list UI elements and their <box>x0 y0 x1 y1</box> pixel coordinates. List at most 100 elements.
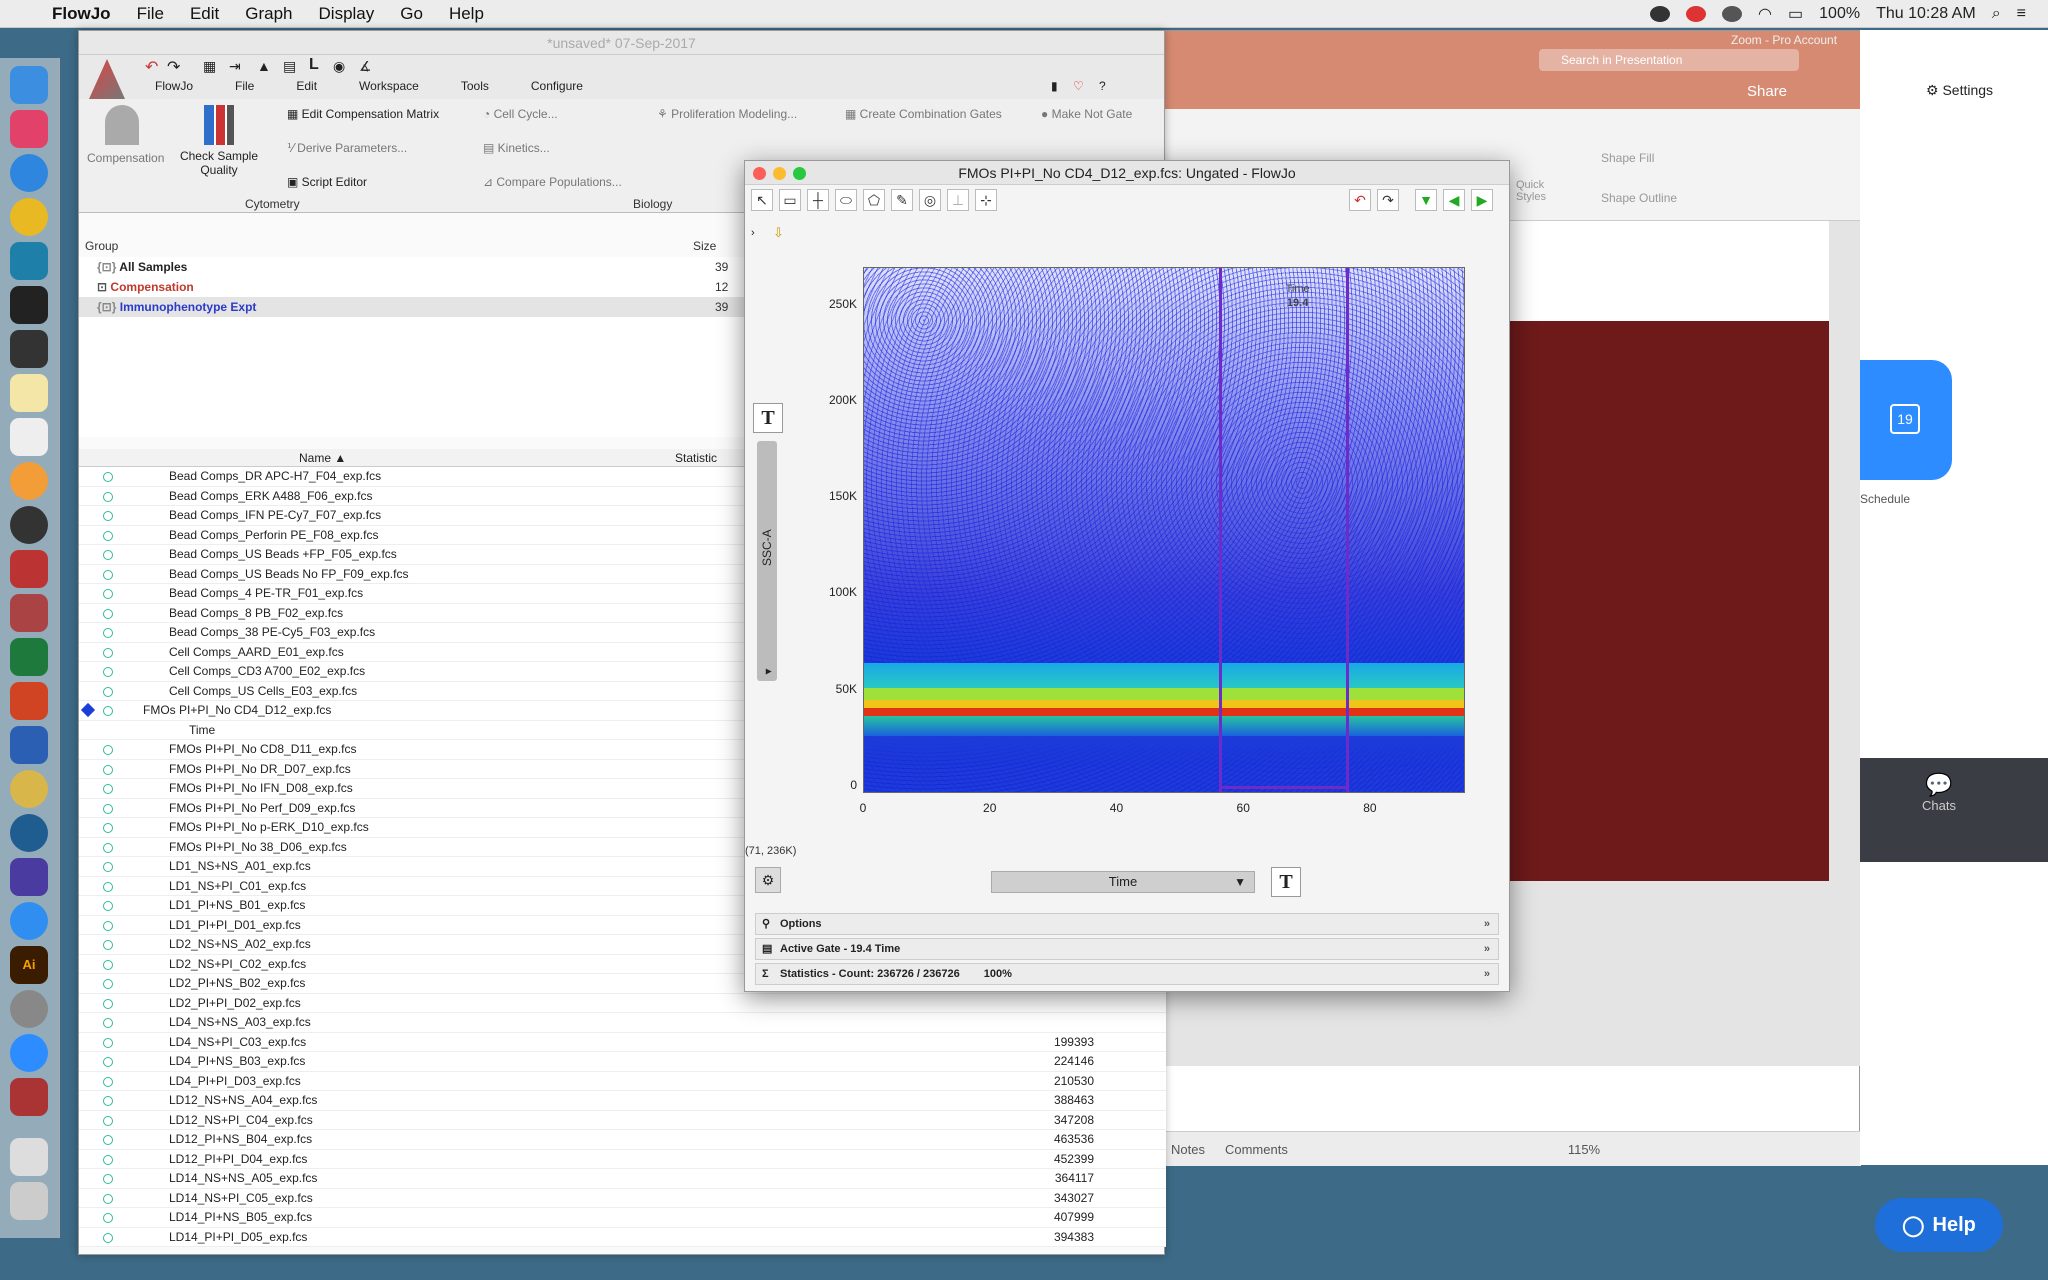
cloud-icon[interactable] <box>1722 6 1743 22</box>
freehand-gate-icon[interactable]: ✎ <box>891 189 913 211</box>
sample-row[interactable]: LD4_PI+NS_B03_exp.fcs 224146 <box>79 1052 1166 1072</box>
activity-icon[interactable] <box>10 330 48 368</box>
sample-status-icon[interactable] <box>103 569 113 580</box>
zoom-icon[interactable] <box>793 167 806 180</box>
sample-status-icon[interactable] <box>103 842 113 853</box>
ellipse-gate-icon[interactable]: ⬭ <box>835 189 857 211</box>
sample-status-icon[interactable] <box>103 1076 113 1087</box>
zoom-chats-button[interactable]: 💬 Chats <box>1922 772 1956 813</box>
sample-status-icon[interactable] <box>103 998 113 1009</box>
excel-icon[interactable] <box>10 638 48 676</box>
toolbar-icon-1[interactable]: ▦ <box>203 58 216 75</box>
sample-status-icon[interactable] <box>103 1193 113 1204</box>
sample-status-icon[interactable] <box>103 1154 113 1165</box>
tab-tools[interactable]: Tools <box>461 79 489 99</box>
sample-status-icon[interactable] <box>103 530 113 541</box>
sample-status-icon[interactable] <box>103 823 113 833</box>
next-down-icon[interactable]: ▼ <box>1415 189 1437 211</box>
redo-gate-icon[interactable]: ↷ <box>1377 189 1399 211</box>
sample-row[interactable]: LD4_NS+PI_C03_exp.fcs 199393 <box>79 1033 1166 1052</box>
toolbar-icon-2[interactable]: ⇥ <box>229 58 241 75</box>
zoom-app-icon[interactable] <box>10 1034 48 1072</box>
flowjo-dock-icon[interactable] <box>10 550 48 588</box>
appstore-icon[interactable] <box>10 902 48 940</box>
sample-row[interactable]: LD12_PI+PI_D04_exp.fcs 452399 <box>79 1150 1166 1169</box>
sample-status-icon[interactable] <box>103 959 113 970</box>
help-question-icon[interactable]: ? <box>1099 79 1106 93</box>
sample-status-icon[interactable] <box>103 628 113 638</box>
spotlight-icon[interactable]: ⌕ <box>1992 5 2001 23</box>
notification-center-icon[interactable]: ≡ <box>2017 5 2026 23</box>
active-gate-panel[interactable]: ▤ Active Gate - 19.4 Time » <box>755 938 1499 960</box>
toolbar-icon-5[interactable]: L <box>309 56 319 74</box>
sample-status-icon[interactable] <box>103 920 113 931</box>
sample-row[interactable]: LD14_PI+PI_D05_exp.fcs 394383 <box>79 1228 1166 1247</box>
cell-cycle-button[interactable]: ◔ Cell Cycle... <box>483 107 558 121</box>
comments-button[interactable]: Comments <box>1225 1142 1288 1157</box>
menu-edit[interactable]: Edit <box>190 4 219 24</box>
sample-status-icon[interactable] <box>103 608 113 619</box>
sample-status-icon[interactable] <box>103 862 113 872</box>
toolbar-icon-6[interactable]: ◉ <box>333 58 345 75</box>
compensation-button[interactable]: Compensation <box>87 105 164 165</box>
menu-graph[interactable]: Graph <box>245 4 292 24</box>
menu-go[interactable]: Go <box>400 4 423 24</box>
undo-gate-icon[interactable]: ↶ <box>1349 189 1371 211</box>
airplay-icon[interactable]: ▭ <box>1788 4 1803 24</box>
ppt-share-button[interactable]: Share <box>1747 83 1787 100</box>
script-editor-button[interactable]: ▣ Script Editor <box>287 175 367 189</box>
bisector-gate-icon[interactable]: ⊹ <box>975 189 997 211</box>
tab-configure[interactable]: Configure <box>531 79 583 99</box>
sample-row[interactable]: LD14_PI+NS_B05_exp.fcs 407999 <box>79 1208 1166 1228</box>
trash-icon[interactable] <box>10 1182 48 1220</box>
time-gate-left-edge[interactable] <box>1218 268 1222 792</box>
heart-app-icon[interactable] <box>10 110 48 148</box>
sample-status-icon[interactable] <box>103 686 113 697</box>
sample-status-icon[interactable] <box>103 1135 113 1145</box>
chrome-icon[interactable] <box>10 198 48 236</box>
next-sample-icon[interactable]: ▶ <box>1471 189 1493 211</box>
sample-status-icon[interactable] <box>103 803 113 814</box>
statistics-panel[interactable]: Σ Statistics - Count: 236726 / 236726 100%… <box>755 963 1499 985</box>
obs-icon[interactable] <box>10 506 48 544</box>
menu-display[interactable]: Display <box>319 4 375 24</box>
sample-status-icon[interactable] <box>103 901 113 911</box>
imovie-icon[interactable] <box>10 858 48 896</box>
flowjo-dock-icon-3[interactable] <box>10 1078 48 1116</box>
battery-label[interactable]: 100% <box>1819 5 1860 23</box>
clock[interactable]: Thu 10:28 AM <box>1876 5 1976 23</box>
range-gate-icon[interactable]: ⊥ <box>947 189 969 211</box>
word-icon[interactable] <box>10 726 48 764</box>
terminal-icon[interactable] <box>10 286 48 324</box>
record-icon[interactable] <box>1686 6 1707 22</box>
shape-outline-label[interactable]: Shape Outline <box>1601 191 1677 205</box>
notes-icon[interactable] <box>10 374 48 412</box>
menu-help[interactable]: Help <box>449 4 484 24</box>
sample-status-icon[interactable] <box>103 1057 113 1067</box>
sample-row[interactable]: LD4_NS+NS_A03_exp.fcs <box>79 1013 1166 1033</box>
downloads-icon[interactable] <box>10 1138 48 1176</box>
minimize-icon[interactable] <box>773 167 786 180</box>
spider-gate-icon[interactable]: ◎ <box>919 189 941 211</box>
compare-populations-button[interactable]: ⊿ Compare Populations... <box>483 175 622 189</box>
sample-row[interactable]: LD12_NS+NS_A04_exp.fcs 388463 <box>79 1091 1166 1111</box>
notes-button[interactable]: Notes <box>1171 1142 1205 1157</box>
sample-status-icon[interactable] <box>103 1174 113 1184</box>
sample-status-icon[interactable] <box>103 1115 113 1126</box>
expand-icon[interactable]: › <box>751 227 755 239</box>
powerpoint-icon[interactable] <box>10 682 48 720</box>
quadrant-gate-icon[interactable]: ┼ <box>807 189 829 211</box>
tab-flowjo[interactable]: FlowJo <box>155 79 193 99</box>
textedit-icon[interactable] <box>10 418 48 456</box>
pointer-tool-icon[interactable]: ↖ <box>751 189 773 211</box>
quicktime-icon[interactable] <box>10 814 48 852</box>
create-combination-gates-button[interactable]: ▦ Create Combination Gates <box>845 107 1002 121</box>
previous-sample-icon[interactable]: ◀ <box>1443 189 1465 211</box>
system-prefs-icon[interactable] <box>10 990 48 1028</box>
x-text-toggle-icon[interactable]: T <box>1271 867 1301 897</box>
layer-icon[interactable]: ⇩ <box>773 225 784 241</box>
redo-icon[interactable]: ↷ <box>167 57 180 77</box>
sample-row[interactable]: LD14_NS+NS_A05_exp.fcs 364117 <box>79 1169 1166 1189</box>
quick-styles-label[interactable]: Quick Styles <box>1516 179 1556 203</box>
proliferation-modeling-button[interactable]: ⚘ Proliferation Modeling... <box>657 107 797 121</box>
